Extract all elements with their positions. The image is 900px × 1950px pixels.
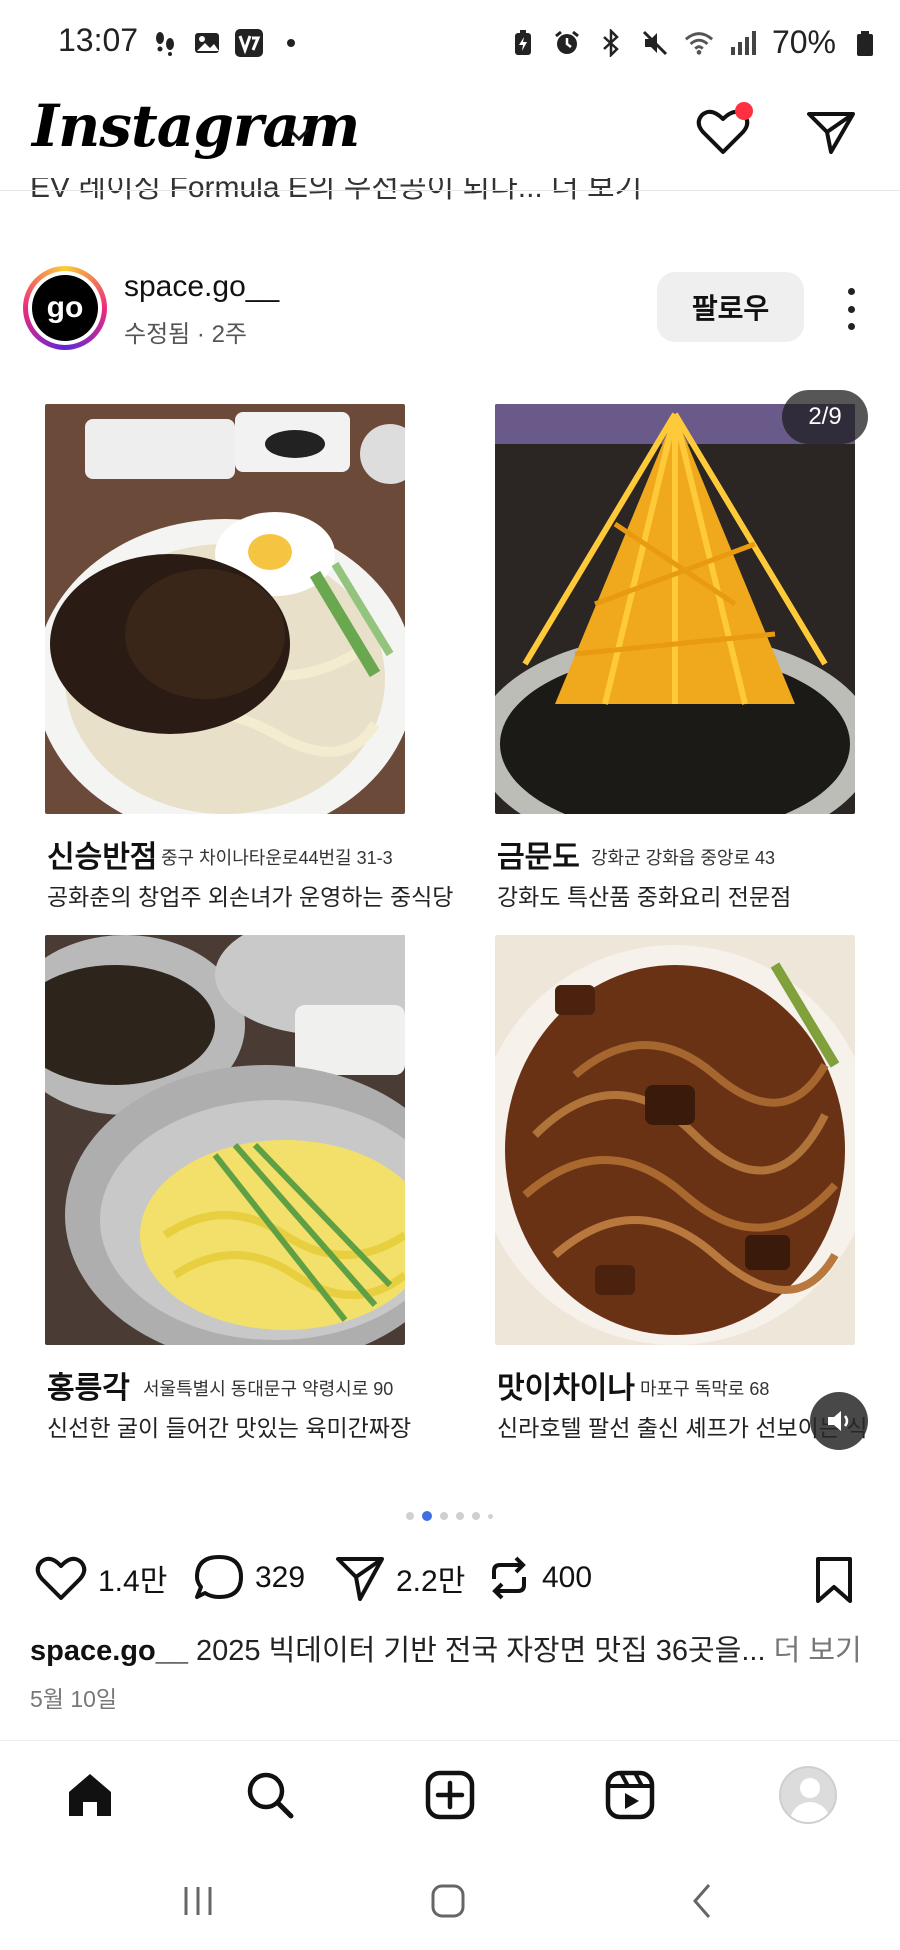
mute-icon	[640, 28, 670, 58]
repost-icon[interactable]	[486, 1553, 532, 1603]
restaurant-name: 금문도	[497, 841, 580, 874]
nav-home[interactable]	[60, 1765, 120, 1825]
like-count: 1.4만	[98, 1565, 168, 1598]
story-ring[interactable]: go	[23, 266, 107, 350]
status-bar: 13:07 70%	[0, 0, 900, 88]
restaurant-desc: 공화춘의 창업주 외손녀가 운영하는 중식당	[47, 884, 454, 910]
recent-apps-icon[interactable]	[168, 1878, 228, 1924]
carousel-dot	[488, 1513, 493, 1519]
jajangmyeon-photo	[45, 404, 405, 814]
share-action[interactable]: 2.2만	[334, 1553, 465, 1603]
battery-percentage: 70%	[771, 24, 836, 60]
back-icon[interactable]	[672, 1878, 732, 1924]
repost-count: 400	[542, 1561, 593, 1594]
post-carousel[interactable]: 신승반점 중구 차이나타운로44번길 31-3 공화춘의 창업주 외손녀가 운영…	[0, 390, 900, 1490]
bookmark-icon[interactable]	[812, 1555, 856, 1605]
jajangmyeon-photo	[495, 935, 855, 1345]
like-action[interactable]: 1.4만	[34, 1553, 167, 1603]
search-icon[interactable]	[243, 1768, 297, 1822]
gallery-icon	[192, 28, 222, 58]
post-date: 5월 10일	[30, 1686, 118, 1712]
carousel-dot	[406, 1512, 414, 1520]
notification-badge	[735, 102, 753, 120]
comment-count: 329	[255, 1561, 306, 1594]
send-icon[interactable]	[334, 1553, 386, 1603]
carousel-dot	[440, 1512, 448, 1520]
restaurant-address: 서울특별시 동대문구 약령시로 90	[143, 1379, 394, 1399]
avatar: go	[28, 271, 102, 345]
post-caption[interactable]: space.go__ 2025 빅데이터 기반 전국 자장면 맛집 36곳을..…	[30, 1627, 862, 1669]
carousel-dots	[406, 1511, 493, 1521]
nav-create[interactable]	[420, 1765, 480, 1825]
reels-icon[interactable]	[603, 1768, 657, 1822]
system-status-icons: 70%	[508, 24, 880, 61]
app-header: Instagram	[0, 88, 900, 190]
follow-button[interactable]: 팔로우	[657, 272, 804, 342]
heart-icon[interactable]	[34, 1553, 88, 1603]
restaurant-address: 마포구 독막로 68	[640, 1379, 770, 1399]
wifi-icon	[684, 28, 714, 58]
post-header: go space.go__ 수정됨 · 2주 팔로우	[0, 260, 900, 350]
jajangmyeon-photo	[495, 404, 855, 814]
caption-text: 2025 빅데이터 기반 전국 자장면 맛집 36곳을...	[187, 1635, 766, 1667]
restaurant-name: 신승반점	[47, 841, 158, 874]
chevron-down-icon[interactable]	[286, 126, 312, 144]
caption-more-link[interactable]: 더 보기	[766, 1635, 862, 1667]
share-count: 2.2만	[396, 1565, 466, 1598]
restaurant-name: 맛이차이나	[497, 1372, 635, 1405]
home-icon[interactable]	[63, 1768, 117, 1822]
repost-action[interactable]: 400	[486, 1553, 592, 1603]
battery-icon	[850, 28, 880, 58]
more-notifications-dot	[276, 28, 306, 58]
caption-username[interactable]: space.go__	[30, 1635, 188, 1667]
carousel-dot-active	[422, 1511, 432, 1521]
system-navigation	[0, 1850, 900, 1950]
jajangmyeon-photo	[45, 935, 405, 1345]
alarm-icon	[552, 28, 582, 58]
bottom-nav	[0, 1740, 900, 1848]
notification-icons	[150, 28, 306, 58]
sound-icon[interactable]	[810, 1392, 868, 1450]
app-icon	[234, 28, 264, 58]
more-icon[interactable]	[836, 282, 866, 336]
avatar-text: go	[32, 275, 98, 341]
comment-action[interactable]: 329	[193, 1553, 305, 1603]
restaurant-desc: 강화도 특산품 중화요리 전문점	[497, 884, 792, 910]
profile-icon[interactable]	[779, 1766, 837, 1824]
nav-profile[interactable]	[778, 1765, 838, 1825]
carousel-dot	[472, 1512, 480, 1520]
comment-icon[interactable]	[193, 1553, 245, 1603]
signal-icon	[728, 28, 758, 58]
post-actions: 1.4만 329 2.2만 400	[0, 1545, 900, 1615]
post-username[interactable]: space.go__	[124, 270, 279, 304]
footprints-icon	[150, 28, 180, 58]
page-indicator: 2/9	[782, 390, 868, 444]
carousel-dot	[456, 1512, 464, 1520]
restaurant-desc: 신선한 굴이 들어간 맛있는 육미간짜장	[47, 1415, 412, 1441]
create-icon[interactable]	[423, 1768, 477, 1822]
restaurant-name: 홍릉각	[47, 1372, 130, 1405]
nav-reels[interactable]	[600, 1765, 660, 1825]
restaurant-address: 중구 차이나타운로44번길 31-3	[161, 848, 393, 868]
header-divider	[0, 190, 900, 191]
status-time: 13:07	[58, 22, 139, 58]
restaurant-address: 강화군 강화읍 중앙로 43	[591, 848, 776, 868]
home-button-icon[interactable]	[418, 1878, 478, 1924]
post-meta: 수정됨 · 2주	[124, 321, 247, 348]
battery-saver-icon	[508, 28, 538, 58]
send-icon[interactable]	[803, 104, 859, 160]
nav-search[interactable]	[240, 1765, 300, 1825]
bluetooth-icon	[596, 28, 626, 58]
